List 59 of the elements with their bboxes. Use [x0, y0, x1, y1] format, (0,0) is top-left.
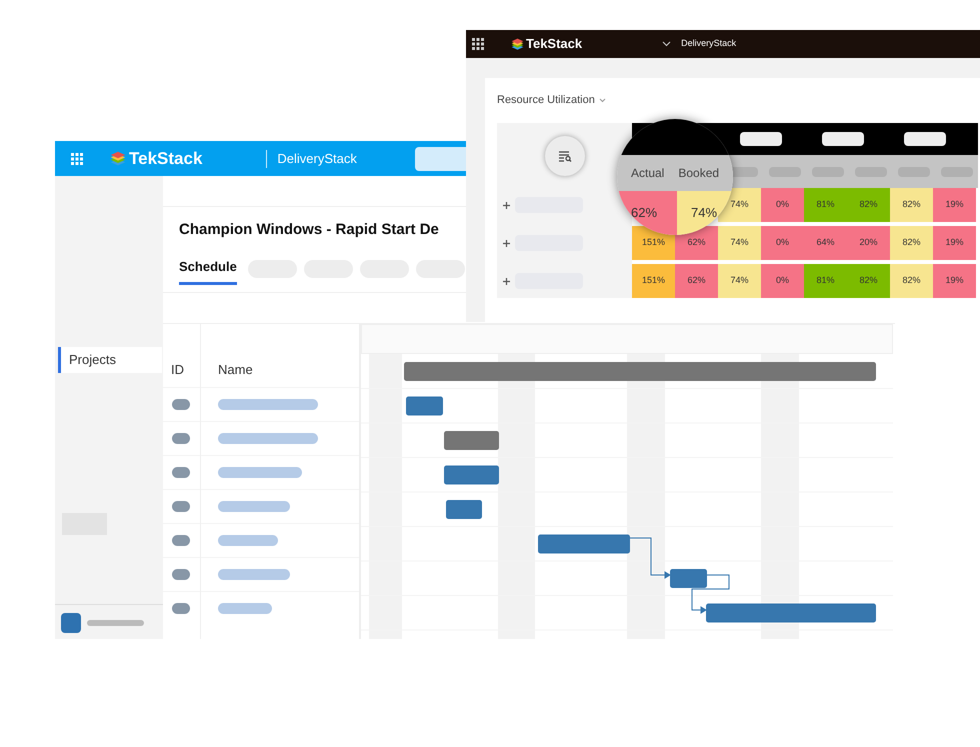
stacked-layers-logo-icon: [110, 150, 126, 166]
utilization-cell: 82%: [890, 264, 933, 298]
id-placeholder: [172, 535, 190, 546]
stacked-layers-logo-icon: [511, 38, 524, 50]
app-name: DeliveryStack: [681, 37, 736, 50]
utilization-cell: 82%: [890, 226, 933, 260]
id-placeholder: [172, 433, 190, 444]
user-name-placeholder: [87, 620, 144, 626]
id-placeholder: [172, 603, 190, 614]
utilization-cell: 0%: [761, 188, 804, 222]
utilization-cell: 82%: [847, 188, 890, 222]
dependency-arrow: [630, 538, 671, 579]
app-grid-icon[interactable]: [472, 38, 484, 50]
utilization-cell: 0%: [761, 264, 804, 298]
utilization-cell: 74%: [718, 264, 761, 298]
period-placeholder: [822, 132, 864, 146]
app-name: DeliveryStack: [277, 150, 357, 168]
column-header: Name: [218, 360, 253, 378]
utilization-cell: 19%: [933, 264, 976, 298]
name-placeholder: [218, 501, 290, 512]
filter-list-icon: [558, 150, 572, 162]
utilization-cell: 19%: [933, 226, 976, 260]
id-placeholder: [172, 501, 190, 512]
plus-icon[interactable]: [503, 278, 510, 284]
utilization-cell: 81%: [804, 264, 847, 298]
utilization-cell: 74%: [718, 226, 761, 260]
project-title: Champion Windows - Rapid Start De: [179, 220, 440, 240]
utilization-cell: 19%: [933, 188, 976, 222]
plus-icon[interactable]: [503, 240, 510, 246]
id-placeholder: [172, 399, 190, 410]
utilization-cell: 20%: [847, 226, 890, 260]
header-field[interactable]: [414, 146, 469, 170]
logo-text: TekStack: [129, 148, 202, 170]
column-header: Booked: [678, 165, 720, 182]
utilization-cell: 62%: [675, 264, 718, 298]
dependency-arrow: [692, 574, 730, 614]
utilization-cell: 64%: [804, 226, 847, 260]
utilization-cell: 151%: [632, 264, 675, 298]
id-placeholder: [172, 467, 190, 478]
period-placeholder: [904, 132, 946, 146]
column-header: Actual: [631, 165, 664, 182]
report-title[interactable]: Resource Utilization: [497, 92, 595, 109]
name-placeholder: [218, 535, 278, 546]
sidebar-item[interactable]: Projects: [58, 347, 162, 373]
name-placeholder: [218, 603, 272, 614]
period-placeholder: [740, 132, 782, 146]
utilization-cell: 81%: [804, 188, 847, 222]
user-avatar[interactable]: [61, 612, 81, 632]
column-header: ID: [171, 360, 184, 378]
utilization-cell: 82%: [890, 188, 933, 222]
filter-button[interactable]: [544, 136, 584, 176]
plus-icon[interactable]: [503, 202, 510, 208]
name-placeholder: [218, 569, 290, 580]
chevron-down-icon[interactable]: [662, 41, 672, 47]
utilization-cell: 82%: [847, 264, 890, 298]
id-placeholder: [172, 569, 190, 580]
tab[interactable]: Schedule: [179, 253, 237, 284]
logo-text: TekStack: [526, 35, 582, 54]
utilization-cell: 0%: [761, 226, 804, 260]
